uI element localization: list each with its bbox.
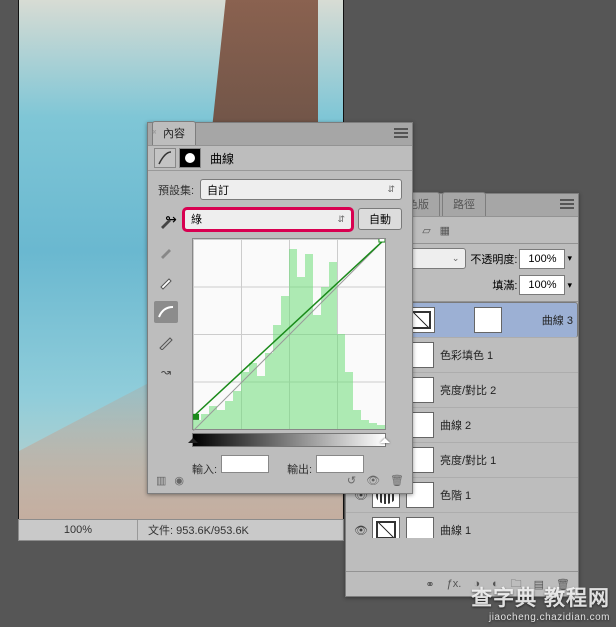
curves-icon[interactable] — [154, 148, 176, 168]
clip-to-layer-icon[interactable]: ▥ — [156, 474, 166, 487]
tab-paths[interactable]: 路徑 — [442, 192, 486, 216]
filter-shape-icon[interactable]: ▱ — [422, 224, 430, 237]
watermark-title: 查字典 教程网 — [471, 582, 610, 612]
curve-point-tool-icon[interactable] — [154, 301, 178, 323]
output-value[interactable] — [316, 455, 364, 473]
smooth-tool-icon[interactable]: ↝ — [154, 361, 178, 383]
eyedropper-white-icon[interactable] — [154, 271, 178, 293]
chevron-down-icon[interactable]: ▾ — [567, 280, 572, 291]
input-range-slider[interactable] — [192, 433, 386, 447]
fill-input[interactable]: 100% — [519, 275, 565, 295]
layer-name[interactable]: 色彩填色 1 — [440, 347, 493, 363]
input-value[interactable] — [221, 455, 269, 473]
eyedropper-black-icon[interactable] — [154, 211, 178, 233]
fill-label: 填滿: — [492, 277, 517, 293]
tab-properties[interactable]: 內容 — [152, 121, 196, 145]
mask-thumb[interactable] — [406, 517, 434, 538]
layer-name[interactable]: 曲線 3 — [542, 312, 573, 328]
fx-icon[interactable]: ƒx. — [447, 578, 462, 590]
watermark: 查字典 教程网 jiaocheng.chazidian.com — [471, 582, 610, 623]
channel-value: 綠 — [191, 211, 202, 227]
opacity-input[interactable]: 100% — [519, 249, 565, 269]
chevron-updown-icon: ⇵ — [337, 214, 345, 225]
adjustment-footer-left: ▥ ◉ — [156, 474, 184, 487]
chevron-updown-icon: ⇵ — [387, 184, 395, 195]
layer-name[interactable]: 色階 1 — [440, 487, 471, 503]
properties-panel: « 內容 曲線 預設集: 自訂 ⇵ ↬ 綠 ⇵ 自動 — [147, 122, 413, 494]
layer-name[interactable]: 亮度/對比 1 — [440, 452, 496, 468]
watermark-url: jiaocheng.chazidian.com — [471, 612, 610, 623]
visibility-toggle[interactable]: 👁 — [350, 524, 372, 537]
mask-thumb[interactable] — [474, 307, 502, 333]
filter-smart-icon[interactable]: ▦ — [440, 224, 450, 237]
white-point-handle[interactable] — [380, 433, 390, 443]
chevron-down-icon: ⌄ — [452, 253, 460, 264]
channel-select[interactable]: 綠 ⇵ — [184, 209, 352, 230]
reset-icon[interactable]: ↺ — [347, 474, 356, 487]
visibility-icon[interactable]: 👁 — [366, 474, 380, 487]
eyedropper-gray-icon[interactable] — [154, 241, 178, 263]
chevron-down-icon[interactable]: ▾ — [567, 253, 572, 264]
mask-header-icon[interactable] — [179, 148, 201, 168]
curves-graph[interactable] — [192, 238, 386, 430]
adjustment-header: 曲線 — [148, 146, 412, 171]
panel-collapse-icon[interactable]: « — [152, 127, 156, 136]
document-status-bar: 100% 文件: 953.6K/953.6K — [18, 519, 344, 541]
curve-pencil-tool-icon[interactable] — [154, 331, 178, 353]
panel-menu-icon[interactable] — [560, 199, 574, 209]
view-previous-icon[interactable]: ◉ — [174, 474, 184, 487]
curve-line — [193, 239, 385, 431]
preset-label: 預設集: — [158, 182, 200, 198]
auto-button[interactable]: 自動 — [358, 208, 402, 230]
panel-menu-icon[interactable] — [394, 128, 408, 138]
opacity-label: 不透明度: — [470, 251, 517, 267]
output-label: 輸出: — [287, 464, 312, 476]
zoom-level[interactable]: 100% — [19, 520, 138, 540]
preset-select[interactable]: 自訂 ⇵ — [200, 179, 402, 200]
properties-tabrow: 內容 — [148, 123, 412, 146]
preset-value: 自訂 — [207, 182, 229, 198]
file-info: 文件: 953.6K/953.6K — [138, 522, 249, 538]
adjustment-title: 曲線 — [210, 150, 234, 167]
adjustment-footer-right: ↺ 👁 🗑 — [347, 474, 404, 487]
layer-row[interactable]: 👁 曲線 1 — [346, 513, 578, 538]
curve-tools: ↝ — [154, 211, 178, 383]
adjustment-thumb — [372, 517, 400, 538]
layer-name[interactable]: 曲線 2 — [440, 417, 471, 433]
black-point-handle[interactable] — [188, 433, 198, 443]
layer-name[interactable]: 亮度/對比 2 — [440, 382, 496, 398]
input-label: 輸入: — [192, 464, 217, 476]
trash-icon[interactable]: 🗑 — [390, 474, 404, 487]
link-layers-icon[interactable]: ⚭ — [425, 578, 434, 591]
layer-name[interactable]: 曲線 1 — [440, 522, 471, 538]
